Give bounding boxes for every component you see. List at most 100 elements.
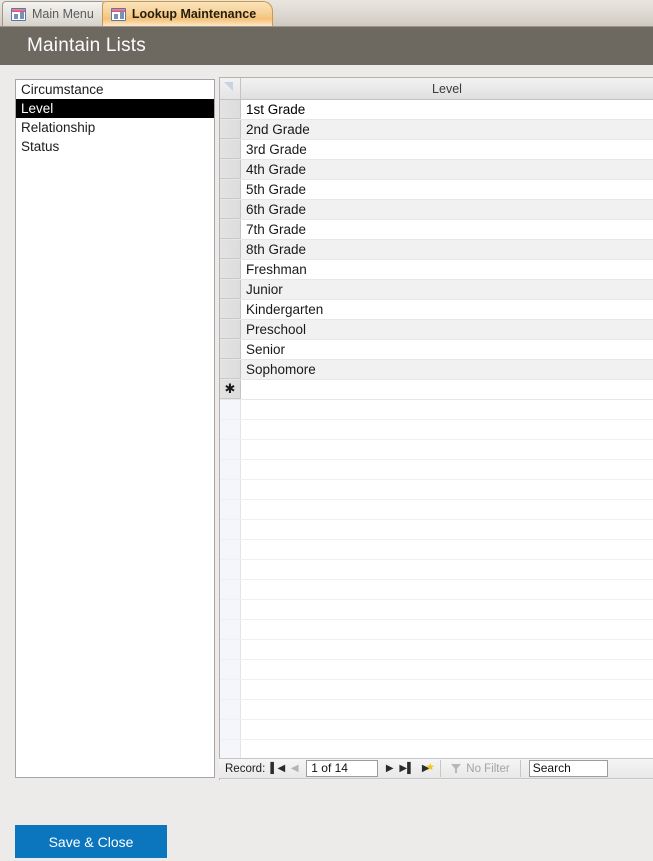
filter-status-button[interactable]: No Filter	[445, 763, 515, 775]
table-row[interactable]: Sophomore	[220, 360, 653, 380]
empty-row	[220, 700, 653, 720]
table-row[interactable]: Freshman	[220, 260, 653, 280]
table-row[interactable]: Kindergarten	[220, 300, 653, 320]
row-selector[interactable]	[220, 200, 241, 219]
empty-row-selector	[220, 520, 241, 539]
new-record-arrow-icon: ▶	[421, 763, 430, 774]
cell-level[interactable]: Sophomore	[241, 360, 653, 379]
new-record-row[interactable]: ✱	[220, 380, 653, 400]
row-selector[interactable]	[220, 120, 241, 139]
row-selector[interactable]	[220, 260, 241, 279]
tab-main-menu[interactable]: Main Menu	[2, 1, 111, 26]
table-row[interactable]: 4th Grade	[220, 160, 653, 180]
cell-level[interactable]: 2nd Grade	[241, 120, 653, 139]
new-record-cell[interactable]	[241, 380, 653, 399]
row-selector[interactable]	[220, 100, 241, 119]
empty-cell	[241, 600, 653, 619]
empty-cell	[241, 640, 653, 659]
table-row[interactable]: 3rd Grade	[220, 140, 653, 160]
record-position-input[interactable]: 1 of 14	[306, 760, 379, 777]
column-header-level[interactable]: Level	[241, 78, 653, 99]
empty-cell	[241, 720, 653, 739]
row-selector[interactable]	[220, 220, 241, 239]
table-row[interactable]: Preschool	[220, 320, 653, 340]
empty-cell	[241, 480, 653, 499]
datasheet-empty-area	[220, 400, 653, 780]
row-selector[interactable]	[220, 340, 241, 359]
cell-level[interactable]: Senior	[241, 340, 653, 359]
cell-level[interactable]: 4th Grade	[241, 160, 653, 179]
row-selector[interactable]	[220, 180, 241, 199]
empty-row-selector	[220, 580, 241, 599]
cell-level[interactable]: 7th Grade	[241, 220, 653, 239]
row-selector[interactable]	[220, 160, 241, 179]
row-selector[interactable]	[220, 300, 241, 319]
nav-divider	[519, 760, 521, 777]
empty-cell	[241, 440, 653, 459]
list-item-circumstance[interactable]: Circumstance	[16, 80, 214, 99]
save-and-close-button[interactable]: Save & Close	[15, 825, 167, 858]
table-row[interactable]: 2nd Grade	[220, 120, 653, 140]
row-selector[interactable]	[220, 140, 241, 159]
empty-cell	[241, 420, 653, 439]
cell-level[interactable]: Preschool	[241, 320, 653, 339]
new-record-button[interactable]: ▶	[415, 759, 436, 778]
datasheet-rows: 1st Grade 2nd Grade 3rd Grade 4th Grade 5th …	[220, 100, 653, 400]
cell-level[interactable]: 8th Grade	[241, 240, 653, 259]
last-record-button[interactable]: ▶▌	[398, 759, 415, 778]
level-datasheet: Level 1st Grade 2nd Grade 3rd Grade 4th Gra…	[219, 77, 653, 780]
lookup-list-box[interactable]: Circumstance Level Relationship Status	[15, 79, 215, 778]
empty-row	[220, 740, 653, 760]
list-item-relationship[interactable]: Relationship	[16, 118, 214, 137]
empty-cell	[241, 400, 653, 419]
empty-row-selector	[220, 740, 241, 759]
empty-row	[220, 660, 653, 680]
first-record-button[interactable]: ▌◀	[269, 759, 286, 778]
empty-row	[220, 520, 653, 540]
empty-cell	[241, 700, 653, 719]
cell-level[interactable]: Kindergarten	[241, 300, 653, 319]
empty-row	[220, 560, 653, 580]
previous-record-button[interactable]: ◀	[286, 759, 303, 778]
cell-level[interactable]: 6th Grade	[241, 200, 653, 219]
table-row[interactable]: 7th Grade	[220, 220, 653, 240]
table-row[interactable]: 1st Grade	[220, 100, 653, 120]
search-input[interactable]: Search	[528, 760, 608, 777]
form-header: Maintain Lists	[0, 27, 653, 65]
list-item-status[interactable]: Status	[16, 137, 214, 156]
empty-row	[220, 420, 653, 440]
next-record-button[interactable]: ▶	[381, 759, 398, 778]
tab-lookup-maintenance[interactable]: Lookup Maintenance	[101, 1, 274, 26]
row-selector[interactable]	[220, 240, 241, 259]
cell-level[interactable]: Junior	[241, 280, 653, 299]
empty-row-selector	[220, 660, 241, 679]
list-item-level[interactable]: Level	[16, 99, 214, 118]
cell-level[interactable]: Freshman	[241, 260, 653, 279]
empty-row-selector	[220, 440, 241, 459]
table-row[interactable]: 8th Grade	[220, 240, 653, 260]
lookup-maintenance-window: Main Menu Lookup Maintenance Maintain Li…	[0, 0, 653, 861]
empty-row	[220, 480, 653, 500]
table-row[interactable]: 5th Grade	[220, 180, 653, 200]
select-all-corner-icon[interactable]	[220, 78, 241, 99]
empty-row-selector	[220, 600, 241, 619]
table-row[interactable]: 6th Grade	[220, 200, 653, 220]
row-selector[interactable]	[220, 360, 241, 379]
form-icon	[110, 7, 126, 21]
empty-cell	[241, 560, 653, 579]
cell-level[interactable]: 1st Grade	[241, 100, 653, 119]
row-selector[interactable]	[220, 280, 241, 299]
new-record-asterisk-icon[interactable]: ✱	[220, 380, 241, 399]
empty-row	[220, 440, 653, 460]
tab-main-menu-label: Main Menu	[32, 7, 94, 21]
row-selector[interactable]	[220, 320, 241, 339]
empty-row	[220, 600, 653, 620]
empty-cell	[241, 520, 653, 539]
empty-row	[220, 620, 653, 640]
cell-level[interactable]: 3rd Grade	[241, 140, 653, 159]
table-row[interactable]: Senior	[220, 340, 653, 360]
table-row[interactable]: Junior	[220, 280, 653, 300]
empty-cell	[241, 680, 653, 699]
empty-row	[220, 460, 653, 480]
cell-level[interactable]: 5th Grade	[241, 180, 653, 199]
